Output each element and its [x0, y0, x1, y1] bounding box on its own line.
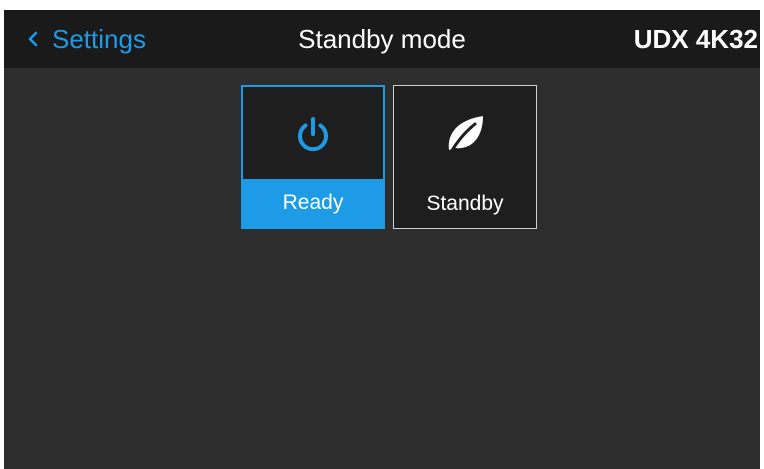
back-button-label: Settings [52, 23, 146, 54]
screen: Settings Standby mode UDX 4K32 Ready Sta… [4, 10, 760, 469]
header-bar: Settings Standby mode UDX 4K32 [4, 10, 760, 68]
leaf-icon [394, 86, 536, 182]
ready-mode-tile[interactable]: Ready [241, 85, 385, 229]
back-button[interactable]: Settings [26, 10, 146, 68]
device-name: UDX 4K32 [633, 24, 758, 54]
ready-mode-label: Ready [243, 179, 383, 227]
chevron-left-icon [28, 31, 38, 47]
standby-mode-label: Standby [426, 192, 504, 215]
power-icon [243, 87, 383, 183]
standby-mode-tile[interactable]: Standby [393, 85, 537, 229]
